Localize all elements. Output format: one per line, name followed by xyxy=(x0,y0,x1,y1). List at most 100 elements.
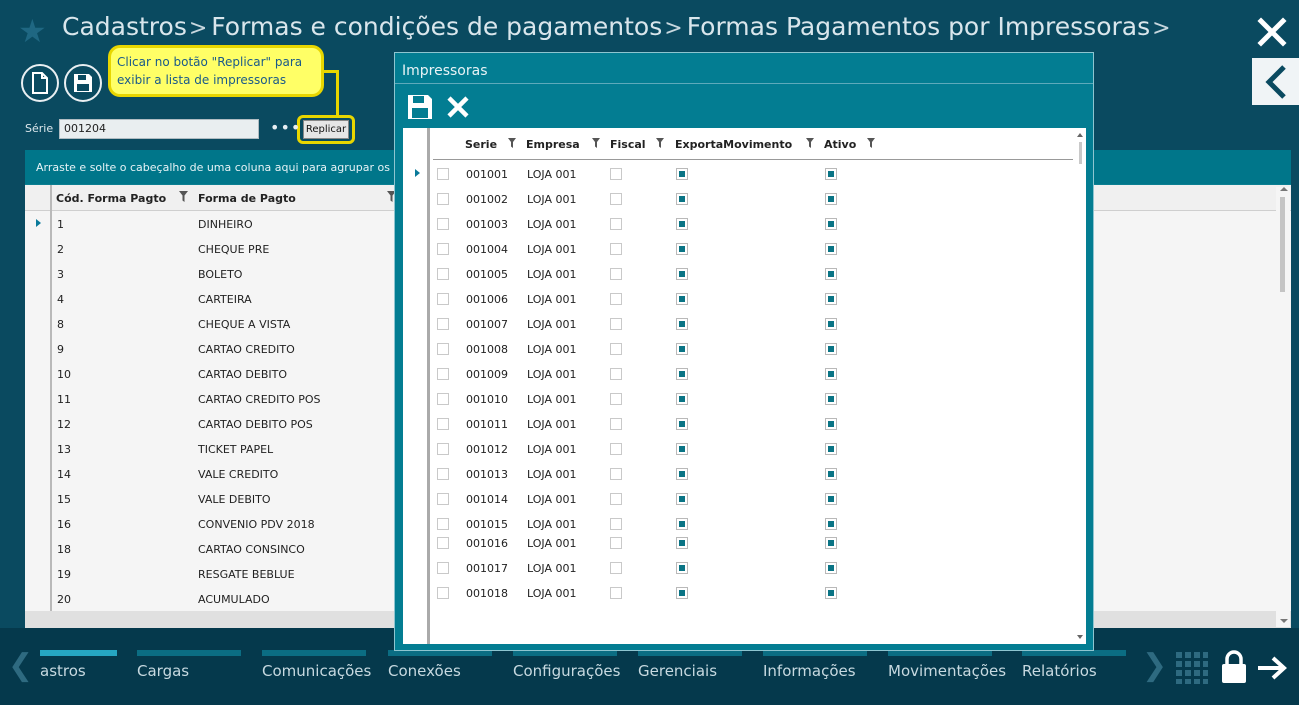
ativo-checkbox[interactable] xyxy=(825,468,837,480)
row-select-checkbox[interactable] xyxy=(437,537,449,549)
lock-icon[interactable] xyxy=(1220,650,1248,684)
more-options-button[interactable]: ••• xyxy=(270,118,301,137)
table-row[interactable]: 001017 LOJA 001 xyxy=(403,555,1073,580)
exporta-movimento-checkbox[interactable] xyxy=(676,537,688,549)
ativo-checkbox[interactable] xyxy=(825,218,837,230)
row-select-checkbox[interactable] xyxy=(437,493,449,505)
filter-icon[interactable] xyxy=(806,138,814,148)
table-row[interactable]: 001014 LOJA 001 xyxy=(403,486,1073,511)
table-row[interactable]: 001011 LOJA 001 xyxy=(403,411,1073,436)
column-header-exporta[interactable]: ExportaMovimento xyxy=(675,138,792,151)
new-document-button[interactable] xyxy=(21,64,59,102)
fiscal-checkbox[interactable] xyxy=(610,418,622,430)
exporta-movimento-checkbox[interactable] xyxy=(676,518,688,530)
back-button[interactable] xyxy=(1252,58,1299,105)
ativo-checkbox[interactable] xyxy=(825,518,837,530)
fiscal-checkbox[interactable] xyxy=(610,318,622,330)
table-row[interactable]: 001002 LOJA 001 xyxy=(403,186,1073,211)
chevron-right-icon[interactable]: ❯ xyxy=(1142,648,1167,683)
filter-icon[interactable] xyxy=(592,138,600,148)
ativo-checkbox[interactable] xyxy=(825,293,837,305)
ativo-checkbox[interactable] xyxy=(825,587,837,599)
ativo-checkbox[interactable] xyxy=(825,537,837,549)
table-row[interactable]: 001012 LOJA 001 xyxy=(403,436,1073,461)
exporta-movimento-checkbox[interactable] xyxy=(676,443,688,455)
exporta-movimento-checkbox[interactable] xyxy=(676,243,688,255)
exporta-movimento-checkbox[interactable] xyxy=(676,418,688,430)
fiscal-checkbox[interactable] xyxy=(610,268,622,280)
ativo-checkbox[interactable] xyxy=(825,493,837,505)
scroll-up-icon[interactable] xyxy=(1280,187,1288,191)
table-row[interactable]: 001008 LOJA 001 xyxy=(403,336,1073,361)
close-icon[interactable] xyxy=(446,95,470,119)
row-select-checkbox[interactable] xyxy=(437,468,449,480)
fiscal-checkbox[interactable] xyxy=(610,443,622,455)
row-select-checkbox[interactable] xyxy=(437,518,449,530)
serie-input[interactable]: 001204 xyxy=(59,119,259,139)
exporta-movimento-checkbox[interactable] xyxy=(676,493,688,505)
star-icon[interactable]: ★ xyxy=(18,15,48,47)
row-select-checkbox[interactable] xyxy=(437,587,449,599)
filter-icon[interactable] xyxy=(867,138,875,148)
table-row[interactable]: 001009 LOJA 001 xyxy=(403,361,1073,386)
fiscal-checkbox[interactable] xyxy=(610,562,622,574)
replicar-button[interactable]: Replicar xyxy=(303,120,349,139)
exporta-movimento-checkbox[interactable] xyxy=(676,587,688,599)
fiscal-checkbox[interactable] xyxy=(610,468,622,480)
exporta-movimento-checkbox[interactable] xyxy=(676,168,688,180)
fiscal-checkbox[interactable] xyxy=(610,168,622,180)
ativo-checkbox[interactable] xyxy=(825,393,837,405)
table-row[interactable]: 001013 LOJA 001 xyxy=(403,461,1073,486)
exporta-movimento-checkbox[interactable] xyxy=(676,562,688,574)
scroll-up-icon[interactable] xyxy=(1077,133,1083,137)
exporta-movimento-checkbox[interactable] xyxy=(676,393,688,405)
ativo-checkbox[interactable] xyxy=(825,418,837,430)
fiscal-checkbox[interactable] xyxy=(610,493,622,505)
ativo-checkbox[interactable] xyxy=(825,168,837,180)
scroll-thumb[interactable] xyxy=(1280,197,1285,292)
row-select-checkbox[interactable] xyxy=(437,268,449,280)
scroll-down-icon[interactable] xyxy=(1280,619,1288,623)
vertical-scrollbar[interactable] xyxy=(1276,187,1290,627)
breadcrumb-item[interactable]: Formas e condições de pagamentos xyxy=(211,12,662,41)
ativo-checkbox[interactable] xyxy=(825,562,837,574)
scroll-down-icon[interactable] xyxy=(1077,635,1083,639)
ativo-checkbox[interactable] xyxy=(825,268,837,280)
exporta-movimento-checkbox[interactable] xyxy=(676,368,688,380)
ativo-checkbox[interactable] xyxy=(825,318,837,330)
exporta-movimento-checkbox[interactable] xyxy=(676,293,688,305)
row-select-checkbox[interactable] xyxy=(437,443,449,455)
fiscal-checkbox[interactable] xyxy=(610,293,622,305)
breadcrumb-item[interactable]: Cadastros xyxy=(62,12,187,41)
filter-icon[interactable] xyxy=(656,138,664,148)
row-select-checkbox[interactable] xyxy=(437,218,449,230)
exporta-movimento-checkbox[interactable] xyxy=(676,318,688,330)
table-row[interactable]: 001006 LOJA 001 xyxy=(403,286,1073,311)
row-select-checkbox[interactable] xyxy=(437,193,449,205)
exporta-movimento-checkbox[interactable] xyxy=(676,468,688,480)
filter-icon[interactable] xyxy=(508,138,516,148)
row-select-checkbox[interactable] xyxy=(437,243,449,255)
fiscal-checkbox[interactable] xyxy=(610,518,622,530)
close-icon[interactable] xyxy=(1256,16,1288,48)
fiscal-checkbox[interactable] xyxy=(610,393,622,405)
column-header-ativo[interactable]: Ativo xyxy=(824,138,856,151)
fiscal-checkbox[interactable] xyxy=(610,368,622,380)
row-select-checkbox[interactable] xyxy=(437,318,449,330)
vertical-scrollbar[interactable] xyxy=(1074,128,1086,644)
exporta-movimento-checkbox[interactable] xyxy=(676,268,688,280)
row-select-checkbox[interactable] xyxy=(437,343,449,355)
arrow-right-icon[interactable] xyxy=(1256,655,1288,681)
grid-menu-icon[interactable] xyxy=(1176,652,1208,684)
row-select-checkbox[interactable] xyxy=(437,368,449,380)
column-header-fiscal[interactable]: Fiscal xyxy=(610,138,646,151)
column-header-codigo[interactable]: Cód. Forma Pagto xyxy=(56,192,166,205)
ativo-checkbox[interactable] xyxy=(825,368,837,380)
ativo-checkbox[interactable] xyxy=(825,343,837,355)
row-select-checkbox[interactable] xyxy=(437,168,449,180)
table-row[interactable]: 001007 LOJA 001 xyxy=(403,311,1073,336)
save-button[interactable] xyxy=(64,64,102,102)
fiscal-checkbox[interactable] xyxy=(610,587,622,599)
breadcrumb-item[interactable]: Formas Pagamentos por Impressoras xyxy=(687,12,1150,41)
table-row[interactable]: 001010 LOJA 001 xyxy=(403,386,1073,411)
